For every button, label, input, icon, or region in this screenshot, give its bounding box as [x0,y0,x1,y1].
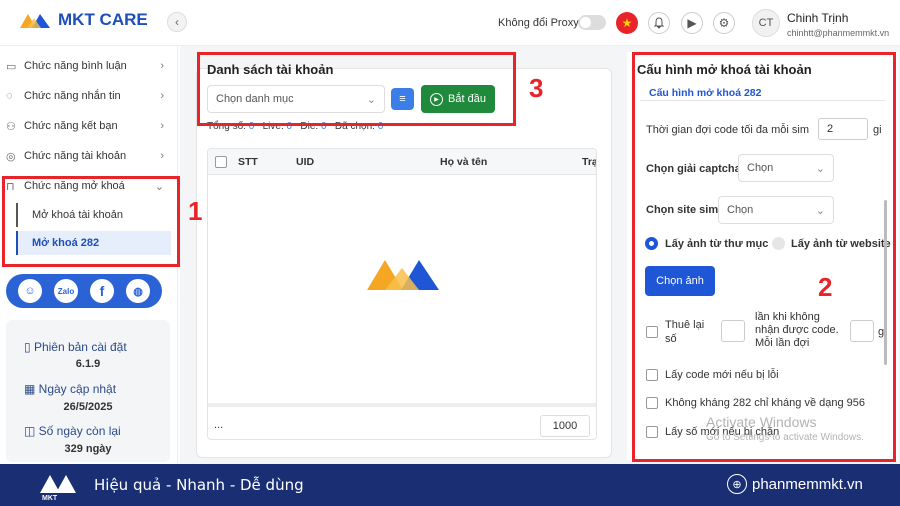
page-size-input[interactable]: 1000 [540,415,590,437]
account-icon: ◎ [6,150,16,163]
sidebar-item-message[interactable]: ◌ Chức năng nhắn tin › [6,85,170,107]
info-box: ▯ Phiên bản cài đặt 6.1.9 ▦ Ngày cập nhậ… [6,320,170,462]
version-label: ▯ Phiên bản cài đặt [24,340,127,354]
facebook-icon[interactable]: f [90,279,114,303]
update-value: 26/5/2025 [63,401,113,413]
globe-icon: ⊕ [727,474,747,494]
days-value: 329 ngày [64,443,112,455]
app-logo-text: MKT CARE [58,10,148,29]
bell-icon[interactable] [648,12,670,34]
mkt-logo-icon [20,14,50,28]
highlight-box-3 [197,52,516,126]
highlight-box-2 [632,52,896,462]
pagination-ellipsis: ... [214,419,224,431]
add-user-icon: ⚇ [6,120,16,133]
version-icon: ▯ [24,340,34,354]
gear-icon[interactable]: ⚙ [713,12,735,34]
chevron-left-icon: ‹ [175,15,179,29]
table-header: STT UID Họ và tên Trạ [208,149,596,175]
zalo-icon[interactable]: Zalo [54,279,78,303]
chat-icon: ◌ [6,90,13,102]
chevron-right-icon: › [160,150,164,162]
accounts-table: STT UID Họ và tên Trạ ... [207,148,597,440]
comment-icon: ▭ [6,60,17,73]
cube-icon: ◫ [24,424,39,438]
sidebar-item-label: Chức năng tài khoản [24,150,127,162]
footer-site[interactable]: phanmemmkt.vn [752,476,863,493]
col-status[interactable]: Trạ [582,156,596,168]
version-value: 6.1.9 [75,358,101,370]
proxy-label: Không đổi Proxy [498,17,579,29]
version-label-text: Phiên bản cài đặt [33,340,127,354]
social-bar: ☺ Zalo f ◍ [6,274,162,308]
footer-slogan: Hiệu quả - Nhanh - Dễ dùng [94,476,304,494]
col-uid[interactable]: UID [296,156,314,168]
sidebar-item-label: Chức năng kết bạn [24,120,118,132]
footer-banner: MKT Hiệu quả - Nhanh - Dễ dùng ⊕ phanmem… [0,464,900,506]
sidebar-item-label: Chức năng nhắn tin [24,90,121,102]
chevron-right-icon: › [160,90,164,102]
update-label: ▦ Ngày cập nhật [24,382,116,396]
days-label-text: Số ngày còn lại [38,424,121,438]
empty-state-logo-icon [367,260,439,290]
app-header: MKT CARE ‹ Không đổi Proxy ★ ▶ ⚙ CT Chin… [0,0,900,46]
calendar-icon: ▦ [24,382,39,396]
highlight-number-1: 1 [188,196,203,226]
proxy-toggle[interactable] [578,15,606,30]
play-icon[interactable]: ▶ [681,12,703,34]
select-all-checkbox[interactable] [215,156,227,168]
user-name: Chinh Trịnh [787,11,849,25]
horizontal-scrollbar[interactable] [208,403,596,407]
svg-text:MKT: MKT [42,495,58,501]
globe-icon[interactable]: ◍ [126,279,150,303]
chevron-right-icon: › [160,60,164,72]
highlight-box-1 [2,176,180,267]
sidebar-item-account[interactable]: ◎ Chức năng tài khoản › [6,145,170,167]
highlight-number-3: 3 [529,73,544,103]
days-label: ◫ Số ngày còn lại [24,424,121,438]
chevron-right-icon: › [160,120,164,132]
sidebar-item-friend[interactable]: ⚇ Chức năng kết bạn › [6,115,170,137]
sidebar-item-label: Chức năng bình luận [24,60,127,72]
sidebar-item-comment[interactable]: ▭ Chức năng bình luận › [6,55,170,77]
support-icon[interactable]: ☺ [18,279,42,303]
update-label-text: Ngày cập nhật [38,382,117,396]
col-name[interactable]: Họ và tên [440,156,487,168]
highlight-number-2: 2 [818,272,833,302]
avatar[interactable]: CT [752,9,780,37]
col-stt[interactable]: STT [238,156,258,168]
vietnam-flag-icon[interactable]: ★ [616,12,638,34]
app-logo[interactable]: MKT CARE [18,10,148,30]
mkt-footer-logo-icon: MKT [40,475,76,501]
collapse-sidebar-button[interactable]: ‹ [167,12,187,32]
user-email: chinhtt@phanmemmkt.vn [787,28,890,38]
